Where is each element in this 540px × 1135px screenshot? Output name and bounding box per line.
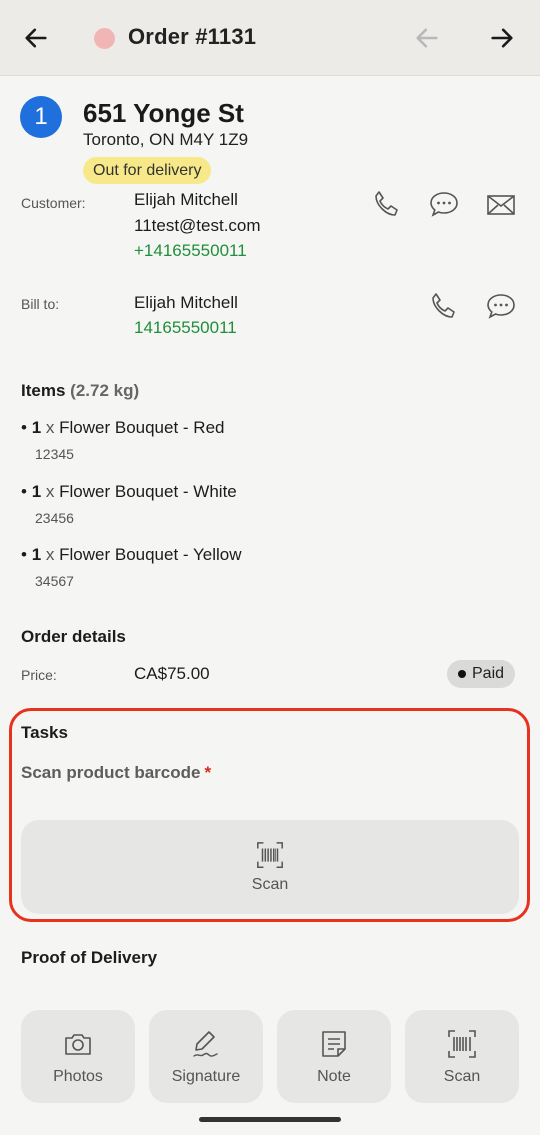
bill-to-phone[interactable]: 14165550011: [134, 318, 237, 338]
photos-label: Photos: [53, 1067, 103, 1085]
list-item: • 1 x Flower Bouquet - White: [21, 482, 237, 501]
required-asterisk: *: [204, 763, 212, 782]
home-indicator[interactable]: [199, 1117, 341, 1122]
note-icon: [322, 1030, 346, 1057]
chat-bubble-icon: [430, 192, 458, 217]
items-heading-label: Items: [21, 381, 66, 400]
address-line-1: 651 Yonge St: [83, 98, 244, 128]
scan-barcode-button[interactable]: Scan: [21, 820, 519, 914]
next-order-button[interactable]: [482, 18, 522, 58]
scan-button-label: Scan: [251, 876, 289, 893]
camera-icon: [65, 1033, 91, 1055]
phone-icon: [432, 293, 455, 318]
arrow-left-icon: [25, 28, 47, 48]
order-details-heading: Order details: [21, 627, 126, 646]
item-sku: 23456: [35, 510, 74, 526]
item-qty: 1: [31, 482, 42, 501]
signature-label: Signature: [171, 1067, 241, 1085]
item-sku: 12345: [35, 446, 74, 462]
signature-button[interactable]: Signature: [149, 1010, 263, 1103]
phone-icon: [375, 191, 398, 216]
item-name: Flower Bouquet - Red: [59, 418, 225, 437]
item-times: x: [45, 482, 55, 501]
price-value: CA$75.00: [134, 664, 210, 683]
item-qty: 1: [31, 418, 42, 437]
bill-to-label: Bill to:: [21, 296, 60, 312]
bill-to-message-button[interactable]: [485, 290, 517, 322]
photos-button[interactable]: Photos: [21, 1010, 135, 1103]
customer-label: Customer:: [21, 195, 86, 211]
customer-phone[interactable]: +14165550011: [134, 241, 247, 261]
barcode-scan-icon: [257, 842, 283, 868]
page-title: Order #1131: [128, 24, 257, 49]
task-scan-barcode-label: Scan product barcode *: [21, 763, 211, 783]
item-times: x: [45, 418, 55, 437]
pen-icon: [193, 1030, 218, 1057]
item-name: Flower Bouquet - White: [59, 482, 237, 501]
items-heading: Items (2.72 kg): [21, 381, 139, 401]
barcode-icon: [448, 1029, 476, 1058]
back-button[interactable]: [16, 18, 56, 58]
customer-email[interactable]: 11test@test.com: [134, 216, 261, 236]
items-weight: (2.72 kg): [70, 381, 140, 400]
bill-to-call-button[interactable]: [427, 290, 459, 322]
price-label: Price:: [21, 667, 57, 683]
payment-status-label: Paid: [472, 665, 505, 682]
mail-icon: [487, 195, 515, 215]
proof-of-delivery-heading: Proof of Delivery: [21, 948, 158, 967]
customer-name: Elijah Mitchell: [134, 190, 238, 209]
address-line-2: Toronto, ON M4Y 1Z9: [83, 130, 249, 149]
customer-message-button[interactable]: [428, 188, 460, 220]
previous-order-button[interactable]: [407, 18, 447, 58]
item-qty: 1: [31, 545, 42, 564]
list-item: • 1 x Flower Bouquet - Red: [21, 418, 225, 437]
status-badge: Out for delivery: [83, 157, 212, 184]
customer-email-button[interactable]: [485, 188, 517, 220]
pod-scan-button[interactable]: Scan: [405, 1010, 519, 1103]
order-status-dot: [94, 28, 115, 49]
item-times: x: [45, 545, 55, 564]
arrow-right-icon: [491, 28, 513, 48]
task-label: Scan product barcode: [21, 763, 201, 782]
note-label: Note: [317, 1067, 351, 1085]
arrow-left-icon: [416, 28, 438, 48]
customer-call-button[interactable]: [370, 188, 402, 220]
item-name: Flower Bouquet - Yellow: [59, 545, 242, 564]
chat-bubble-icon: [487, 294, 515, 319]
item-sku: 34567: [35, 573, 74, 589]
top-app-bar: Order #1131: [0, 0, 540, 76]
stop-number-badge: 1: [20, 96, 62, 138]
bill-to-name: Elijah Mitchell: [134, 293, 238, 312]
tasks-heading: Tasks: [21, 723, 68, 742]
payment-status-badge: Paid: [447, 660, 516, 688]
paid-dot-icon: [458, 670, 466, 678]
list-item: • 1 x Flower Bouquet - Yellow: [21, 545, 242, 564]
pod-scan-label: Scan: [443, 1067, 481, 1085]
note-button[interactable]: Note: [277, 1010, 391, 1103]
